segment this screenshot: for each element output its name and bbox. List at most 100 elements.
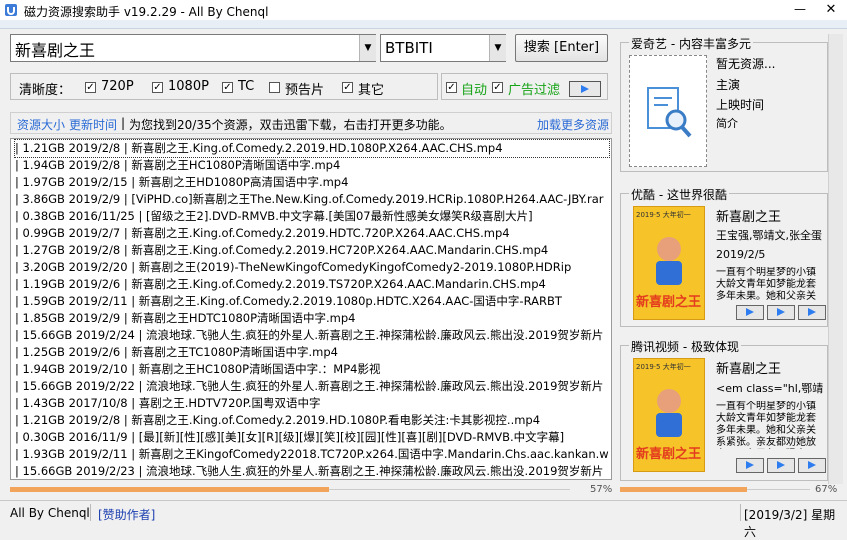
youku-poster-figure-icon (656, 237, 682, 285)
tencent-play-button-2[interactable] (767, 458, 795, 473)
option-tc: TC (238, 79, 255, 94)
youku-panel: 优酷 - 这世界很酷 2019·5 大年初一 新喜剧之王 新喜剧之王 王宝强,鄂… (620, 186, 828, 327)
tencent-play-button-3[interactable] (798, 458, 826, 473)
play-button[interactable] (569, 81, 601, 97)
iqiyi-panel: 爱奇艺 - 内容丰富多元 暂无资源... 主演 上映时间 简介 (620, 35, 828, 172)
resolution-label: 清晰度： (19, 83, 72, 98)
youku-play-button-2[interactable] (767, 305, 795, 320)
list-item[interactable]: | 1.93GB 2019/2/11 | 新喜剧之王KingofComedy22… (15, 446, 609, 463)
youku-name: 新喜剧之王 (716, 210, 782, 225)
checkbox-720p[interactable]: ✓ (85, 82, 96, 93)
list-item[interactable]: | 15.66GB 2019/2/24 | 流浪地球.飞驰人生.疯狂的外星人.新… (15, 327, 609, 344)
search-input[interactable] (13, 37, 359, 61)
magnet-app-icon (5, 4, 17, 16)
list-item[interactable]: | 1.97GB 2019/2/15 | 新喜剧之王HD1080P高清国语中字.… (15, 174, 609, 191)
list-item[interactable]: | 0.38GB 2016/11/25 | [留级之王2].DVD-RMVB.中… (15, 208, 609, 225)
progress-fill (10, 487, 330, 492)
list-item[interactable]: | 1.94GB 2019/2/8 | 新喜剧之王HC1080P清晰国语中字.m… (15, 157, 609, 174)
list-item[interactable]: | 1.21GB 2019/2/8 | 新喜剧之王.King.of.Comedy… (14, 139, 610, 158)
search-dropdown-arrow-icon[interactable]: ▼ (359, 35, 376, 61)
play-icon (808, 308, 816, 316)
youku-poster[interactable]: 2019·5 大年初一 新喜剧之王 (633, 206, 705, 320)
checkbox-tc[interactable]: ✓ (222, 82, 233, 93)
play-icon (808, 461, 816, 469)
list-item[interactable]: | 0.30GB 2016/11/9 | [最][新][性][感][美][女][… (15, 429, 609, 446)
tencent-summary: 一直有个明星梦的小镇大龄文青年如梦能龙套多年未果。她和父亲关系紧张。亲友都劝她放… (716, 401, 816, 448)
iqiyi-summary: 简介 (716, 117, 738, 130)
secondary-progress-percent: 67% (815, 484, 838, 495)
list-item[interactable]: | 1.21GB 2019/2/8 | 新喜剧之王.King.of.Comedy… (15, 412, 609, 429)
tencent-poster[interactable]: 2019·5 大年初一 新喜剧之王 (633, 358, 705, 472)
search-button[interactable]: 搜索 [Enter] (515, 34, 608, 62)
menu-strip (0, 20, 847, 29)
minimize-button[interactable]: — (790, 0, 810, 20)
list-item[interactable]: | 3.86GB 2019/2/9 | [ViPHD.co]新喜剧之王The.N… (15, 191, 609, 208)
donate-link[interactable]: [赞助作者] (98, 506, 155, 523)
list-item[interactable]: | 3.20GB 2019/2/20 | 新喜剧之王(2019)-TheNewK… (15, 259, 609, 276)
sort-by-time-link[interactable]: 更新时间 (69, 116, 117, 133)
play-icon (777, 308, 785, 316)
status-row: 资源大小 更新时间 | 为您找到20/35个资源，双击迅雷下载，右击打开更多功能… (10, 112, 612, 134)
auto-label: 自动 (461, 83, 488, 98)
window-title: 磁力资源搜索助手 v19.2.29 - All By Chenql (24, 5, 269, 19)
youku-poster-title: 新喜剧之王 (636, 295, 702, 310)
option-720p: 720P (101, 79, 134, 94)
status-separator: | (121, 116, 126, 130)
option-trailer: 预告片 (285, 83, 325, 98)
engine-value: BTBITI (385, 39, 433, 57)
list-item[interactable]: | 15.66GB 2019/2/23 | 流浪地球.飞驰人生.疯狂的外星人.新… (15, 463, 609, 479)
youku-poster-tag: 2019·5 大年初一 (636, 211, 691, 219)
search-combobox[interactable]: ▼ (10, 34, 376, 62)
tencent-poster-figure-icon (656, 389, 682, 437)
progress-percent: 57% (590, 484, 613, 495)
list-item[interactable]: | 1.19GB 2019/2/6 | 新喜剧之王.King.of.Comedy… (15, 276, 609, 293)
youku-summary: 一直有个明星梦的小镇大龄文青年如梦能龙套多年未果。她和父亲关 (716, 267, 816, 302)
engine-dropdown-arrow-icon[interactable]: ▼ (489, 35, 506, 61)
iqiyi-title: 爱奇艺 - 内容丰富多元 (629, 35, 753, 52)
list-item[interactable]: | 1.25GB 2019/2/6 | 新喜剧之王TC1080P清晰国语中字.m… (15, 344, 609, 361)
iqiyi-actors: 主演 (716, 78, 741, 92)
play-icon (746, 308, 754, 316)
youku-title: 优酷 - 这世界很酷 (629, 186, 729, 203)
checkbox-other[interactable]: ✓ (342, 82, 353, 93)
search-document-icon (647, 87, 692, 138)
checkbox-ad-filter[interactable]: ✓ (492, 82, 503, 93)
status-bar: All By Chenql [赞助作者] [2019/3/2] 星期六 (0, 500, 847, 539)
title-bar: 磁力资源搜索助手 v19.2.29 - All By Chenql — ✕ (0, 0, 847, 20)
youku-actors: 王宝强,鄂靖文,张全蛋 (716, 229, 822, 242)
ad-filter-label: 广告过滤 (508, 83, 561, 98)
status-message: 为您找到20/35个资源，双击迅雷下载，右击打开更多功能。 (129, 118, 452, 132)
tencent-title: 腾讯视频 - 极致体现 (629, 338, 741, 355)
youku-play-button-1[interactable] (736, 305, 764, 320)
load-more-link[interactable]: 加载更多资源 (537, 116, 609, 133)
right-panel-scrollbar[interactable] (828, 34, 843, 484)
play-icon (581, 85, 589, 93)
play-icon (777, 461, 785, 469)
list-item[interactable]: | 0.99GB 2019/2/7 | 新喜剧之王.King.of.Comedy… (15, 225, 609, 242)
iqiyi-release: 上映时间 (716, 98, 765, 112)
date-text: [2019/3/2] 星期六 (744, 508, 836, 539)
checkbox-auto[interactable]: ✓ (446, 82, 457, 93)
result-list[interactable]: | 1.21GB 2019/2/8 | 新喜剧之王.King.of.Comedy… (10, 138, 612, 480)
sort-by-size-link[interactable]: 资源大小 (17, 116, 65, 133)
close-button[interactable]: ✕ (815, 0, 847, 20)
checkbox-1080p[interactable]: ✓ (152, 82, 163, 93)
list-item[interactable]: | 1.43GB 2017/10/8 | 喜剧之王.HDTV720P.国粤双语中… (15, 395, 609, 412)
list-item[interactable]: | 1.94GB 2019/2/10 | 新喜剧之王HC1080P清晰国语中字.… (15, 361, 609, 378)
search-progress-bar (10, 487, 625, 492)
list-item[interactable]: | 1.27GB 2019/2/8 | 新喜剧之王.King.of.Comedy… (15, 242, 609, 259)
youku-play-button-3[interactable] (798, 305, 826, 320)
tencent-name: 新喜剧之王 (716, 362, 782, 377)
secondary-progress-fill (620, 487, 748, 492)
iqiyi-poster-placeholder (629, 55, 707, 167)
youku-release: 2019/2/5 (716, 248, 766, 261)
statusbar-divider (90, 504, 91, 521)
statusbar-divider (740, 504, 741, 521)
engine-select[interactable]: BTBITI ▼ (380, 34, 506, 62)
list-item[interactable]: | 1.59GB 2019/2/11 | 新喜剧之王.King.of.Comed… (15, 293, 609, 310)
list-item[interactable]: | 15.66GB 2019/2/22 | 流浪地球.飞驰人生.疯狂的外星人.新… (15, 378, 609, 395)
iqiyi-name: 暂无资源... (716, 57, 776, 71)
tencent-play-button-1[interactable] (736, 458, 764, 473)
checkbox-trailer[interactable] (269, 82, 280, 93)
list-item[interactable]: | 1.85GB 2019/2/9 | 新喜剧之王HDTC1080P清晰国语中字… (15, 310, 609, 327)
